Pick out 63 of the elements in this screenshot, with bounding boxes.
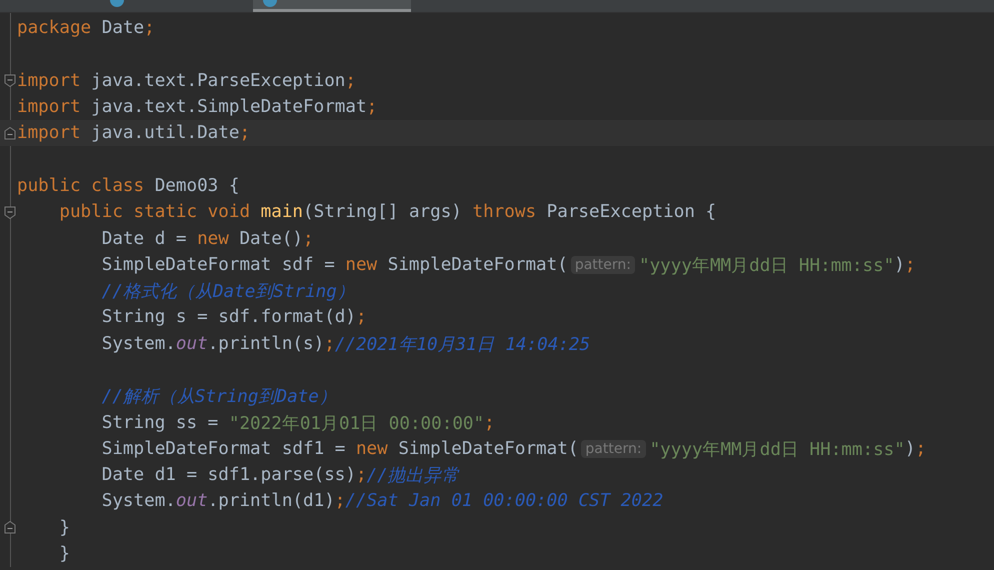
field-name: out <box>176 334 208 354</box>
code-keyword: public class <box>17 176 144 196</box>
code-text: SimpleDateFormat( <box>398 438 578 459</box>
code-text: java.text.SimpleDateFormat <box>91 97 367 118</box>
code-text: Date <box>102 18 144 38</box>
code-keyword: ; <box>334 491 346 512</box>
code-keyword: ; <box>366 97 378 118</box>
code-text: .println(d1) <box>208 491 335 512</box>
fold-icon[interactable] <box>4 521 16 534</box>
code-keyword: new <box>197 228 229 249</box>
code-text: Date d = <box>102 228 188 249</box>
code-text: SimpleDateFormat( <box>388 254 568 275</box>
code-text: SimpleDateFormat sdf = <box>102 254 336 275</box>
code-text: System. <box>102 491 176 512</box>
parameter-hint: pattern: <box>581 440 646 458</box>
code-text: ) <box>904 438 916 459</box>
code-comment: //解析（从String到Date） <box>102 386 337 408</box>
method-name: main <box>260 202 304 222</box>
code-text: SimpleDateFormat sdf1 = <box>102 438 346 459</box>
code-keyword: ; <box>484 412 495 433</box>
code-keyword: ; <box>303 228 314 249</box>
code-text: .println(s) <box>208 334 324 354</box>
code-keyword: public static void <box>59 202 250 222</box>
code-text: ) <box>894 254 905 275</box>
code-keyword: import <box>17 123 81 144</box>
string-literal: "2022年01月01日 00:00:00" <box>228 412 484 435</box>
code-text: String s = sdf.format(d) <box>102 307 356 328</box>
code-comment: //格式化（从Date到String） <box>102 281 355 304</box>
code-text: java.text.ParseException <box>91 70 346 91</box>
fold-icon[interactable] <box>4 126 16 140</box>
code-keyword: ; <box>144 18 155 38</box>
code-text: System. <box>102 334 176 354</box>
code-keyword: new <box>345 254 378 275</box>
fold-icon[interactable] <box>4 206 16 219</box>
string-literal: "yyyy年MM月dd日 HH:mm:ss" <box>639 254 894 277</box>
code-text: Date() <box>239 228 304 249</box>
code-keyword: ; <box>345 70 356 91</box>
code-text: Demo03 { <box>154 176 240 196</box>
field-name: out <box>176 491 208 512</box>
code-keyword: ; <box>904 254 916 275</box>
code-keyword: throws <box>472 202 536 222</box>
fold-icon[interactable] <box>4 74 16 88</box>
code-text: String ss = <box>102 412 220 433</box>
code-comment: //Sat Jan 01 00:00:00 CST 2022 <box>345 491 664 512</box>
code-keyword: new <box>356 438 388 459</box>
code-text: ParseException { <box>546 202 716 222</box>
parameter-hint: pattern: <box>570 256 635 274</box>
code-text: } <box>59 544 70 564</box>
code-keyword: import <box>17 97 81 118</box>
code-text: } <box>59 518 70 538</box>
code-keyword: import <box>17 70 81 91</box>
code-comment: //2021年10月31日 14:04:25 <box>334 334 590 356</box>
code-comment: //抛出异常 <box>366 465 460 488</box>
code-text: Date d1 = sdf1.parse(ss) <box>102 465 356 486</box>
code-keyword: ; <box>915 438 926 459</box>
code-text: (String[] args) <box>303 202 463 222</box>
code-keyword: package <box>17 18 92 38</box>
code-keyword: ; <box>239 123 250 144</box>
code-keyword: ; <box>324 334 335 354</box>
code-keyword: ; <box>356 307 367 328</box>
code-keyword: ; <box>356 465 367 486</box>
string-literal: "yyyy年MM月dd日 HH:mm:ss" <box>650 438 905 461</box>
code-text: java.util.Date <box>91 123 240 144</box>
